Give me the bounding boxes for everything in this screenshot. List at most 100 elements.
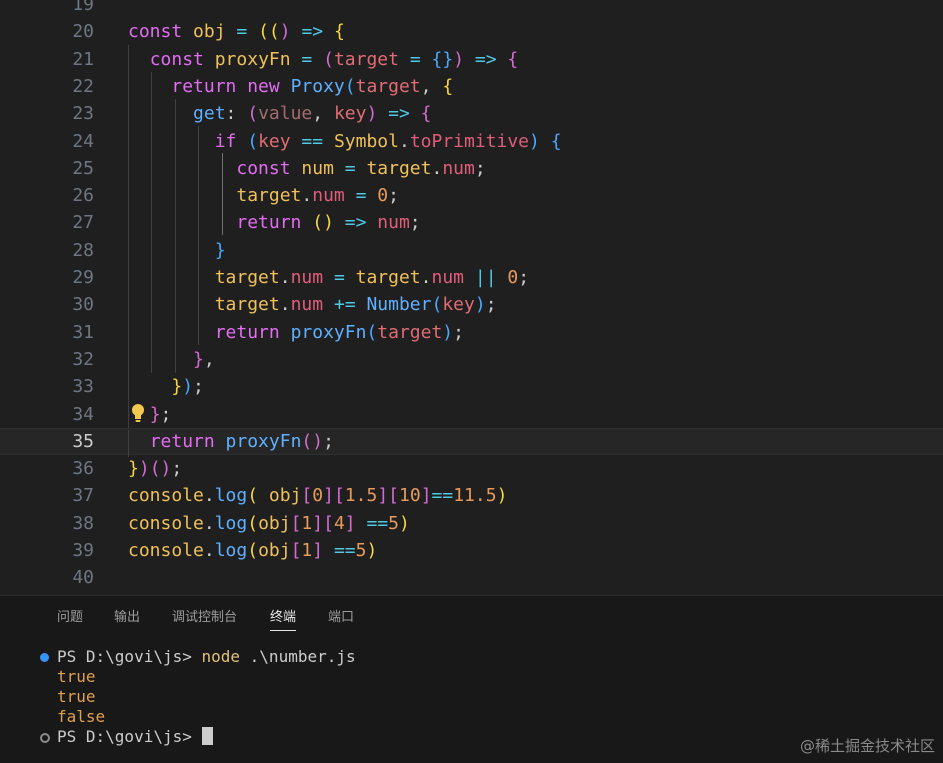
code-line[interactable]: 28 } <box>0 237 943 264</box>
code-token: proxyFn <box>290 321 367 343</box>
code-text: console.log(obj[1] ==5) <box>128 537 377 564</box>
code-token: . <box>431 157 443 179</box>
tab-ports[interactable]: 端口 <box>328 606 354 625</box>
code-token: const <box>149 48 215 70</box>
code-token: ] <box>420 485 432 507</box>
indent-guide <box>175 99 176 373</box>
code-line[interactable]: 32 }, <box>0 346 943 373</box>
line-number: 38 <box>72 512 94 534</box>
code-token: ; <box>409 212 421 234</box>
tab-problems[interactable]: 问题 <box>57 606 83 625</box>
code-text: return proxyFn(); <box>128 428 334 455</box>
code-token: 1 <box>301 540 313 561</box>
code-token: return <box>149 430 226 452</box>
code-text: }); <box>128 373 204 400</box>
code-line[interactable]: 23 get: (value, key) => { <box>0 100 943 127</box>
code-token: = <box>301 48 324 70</box>
code-text: return proxyFn(target); <box>128 319 464 346</box>
tab-output[interactable]: 输出 <box>114 606 140 625</box>
line-number: 33 <box>72 376 94 398</box>
code-token: key <box>333 103 367 125</box>
code-line[interactable]: 40 <box>0 564 943 591</box>
code-token: += <box>333 294 367 316</box>
code-token: ] <box>377 485 389 507</box>
code-line[interactable]: 21 const proxyFn = (target = {}) => { <box>0 46 943 73</box>
code-token: ) <box>366 103 378 125</box>
code-token: ) <box>442 321 454 343</box>
code-token: obj <box>268 485 302 507</box>
code-token: num <box>290 267 334 288</box>
code-token: , <box>312 103 334 125</box>
code-token: [ <box>388 485 399 507</box>
code-line[interactable]: 26 target.num = 0; <box>0 182 943 209</box>
code-line[interactable]: 19 <box>0 0 943 18</box>
line-number: 22 <box>72 75 94 97</box>
code-token: ; <box>160 403 172 425</box>
code-token: } <box>214 239 226 261</box>
code-line[interactable]: 29 target.num = target.num || 0; <box>0 264 943 291</box>
code-token: return <box>214 321 291 343</box>
code-token: target <box>366 157 432 179</box>
line-number: 24 <box>72 130 94 152</box>
tab-debug-console[interactable]: 调试控制台 <box>172 606 237 625</box>
code-line[interactable]: 33 }); <box>0 373 943 400</box>
code-token: 1 <box>301 512 313 534</box>
code-token: log <box>214 540 248 561</box>
code-token: target <box>236 185 302 207</box>
lightbulb-icon[interactable] <box>130 403 146 425</box>
line-number: 35 <box>72 430 94 452</box>
code-line[interactable]: 27 return () => num; <box>0 209 943 236</box>
line-number: 29 <box>72 267 94 288</box>
code-token: target <box>355 267 421 288</box>
code-text: }, <box>128 346 215 373</box>
code-token: console <box>128 485 204 507</box>
code-token: key <box>258 130 302 152</box>
code-token: log <box>214 485 248 507</box>
code-text: return new Proxy(target, { <box>128 73 453 100</box>
code-token: toPrimitive <box>409 130 530 152</box>
code-token: { <box>550 130 562 152</box>
code-line[interactable]: 36 })(); <box>0 455 943 482</box>
code-line[interactable]: 38 console.log(obj[1][4] ==5) <box>0 510 943 537</box>
prompt-status-dot <box>40 733 50 743</box>
code-text: console.log( obj[0][1.5][10]==11.5) <box>128 482 507 509</box>
code-token: proxyFn <box>214 48 302 70</box>
code-token: {} <box>431 48 454 70</box>
tab-terminal[interactable]: 终端 <box>270 606 297 631</box>
line-number: 36 <box>72 458 94 480</box>
line-number: 25 <box>72 157 94 179</box>
line-number: 23 <box>72 103 94 125</box>
code-token: } <box>171 376 183 398</box>
code-editor[interactable]: 40 39 console.log(obj[1] ==5) 38 console.log… <box>0 0 943 595</box>
code-token: (( <box>258 21 280 43</box>
code-token: ) <box>366 540 378 561</box>
code-line[interactable]: 37 console.log( obj[0][1.5][10]==11.5) <box>0 482 943 509</box>
code-line[interactable]: 30 target.num += Number(key); <box>0 291 943 318</box>
code-token: ] <box>344 512 356 534</box>
code-token: () <box>312 212 334 234</box>
code-text: })(); <box>128 455 182 482</box>
code-line[interactable]: 39 console.log(obj[1] ==5) <box>0 537 943 564</box>
terminal-prompt-line[interactable]: PS D:\govi\js> <box>57 727 213 747</box>
code-line[interactable]: 24 if (key == Symbol.toPrimitive) { <box>0 128 943 155</box>
code-token: } <box>128 458 139 480</box>
code-line[interactable]: 35 return proxyFn(); <box>0 427 943 455</box>
line-number: 21 <box>72 48 94 70</box>
code-line[interactable]: 22 return new Proxy(target, { <box>0 73 943 100</box>
code-token: ] <box>312 540 324 561</box>
code-token: target <box>214 267 280 288</box>
code-token: ( <box>247 130 259 152</box>
code-line[interactable]: 25 const num = target.num; <box>0 155 943 182</box>
code-token: ; <box>323 430 334 452</box>
code-line[interactable]: 31 return proxyFn(target); <box>0 319 943 346</box>
code-line[interactable]: 20 const obj = (() => { <box>0 18 943 45</box>
code-text: target.num = 0; <box>128 182 399 209</box>
code-token: ; <box>485 294 497 316</box>
indent-guide <box>151 72 152 373</box>
line-number: 34 <box>72 403 94 425</box>
